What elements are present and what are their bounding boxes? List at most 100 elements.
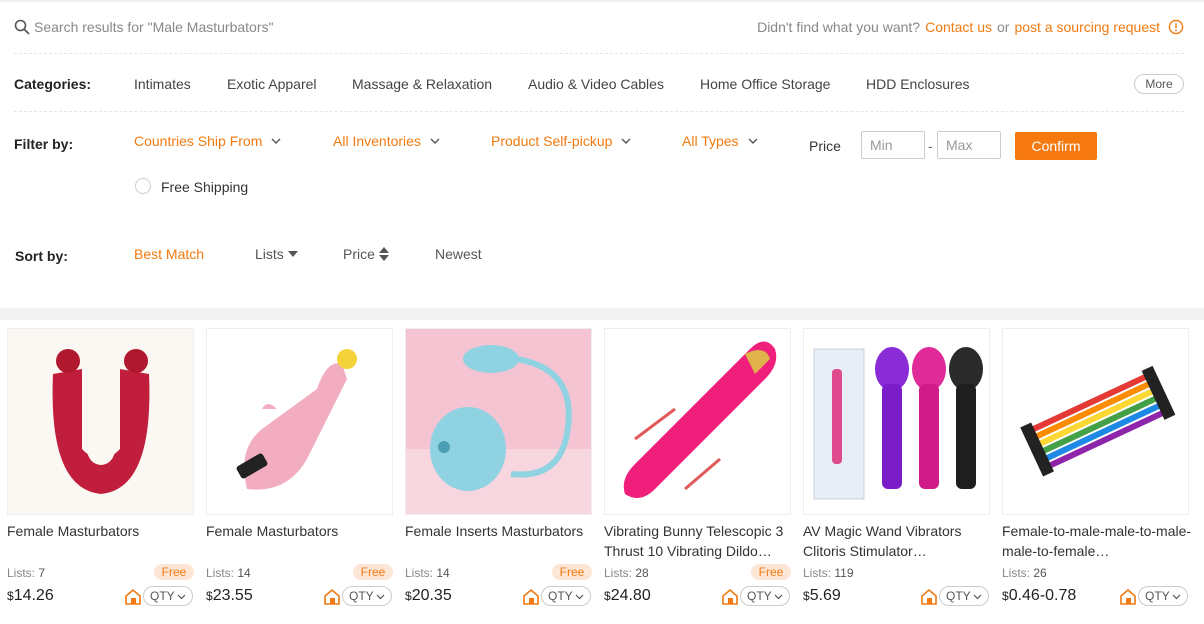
product-price: $0.46-0.78 <box>1002 587 1077 604</box>
search-input[interactable]: Search results for "Male Masturbators" <box>34 19 273 35</box>
free-shipping-radio[interactable] <box>135 178 151 194</box>
product-card[interactable]: Vibrating Bunny Telescopic 3 Thrust 10 V… <box>597 320 791 624</box>
sourcing-request-link[interactable]: post a sourcing request <box>1014 19 1160 35</box>
category-exotic-apparel[interactable]: Exotic Apparel <box>227 76 317 92</box>
product-card[interactable]: AV Magic Wand Vibrators Clitoris Stimula… <box>796 320 990 624</box>
store-icon[interactable] <box>522 588 540 606</box>
filter-dropdown-label: Product Self-pickup <box>491 133 613 149</box>
categories-row: Categories: Intimates Exotic Apparel Mas… <box>14 54 1184 112</box>
or-text: or <box>997 19 1010 35</box>
product-price: $24.80 <box>604 587 651 604</box>
category-intimates[interactable]: Intimates <box>134 76 191 92</box>
chevron-down-icon <box>621 138 631 144</box>
product-lists: Lists: 14 <box>405 566 450 580</box>
price-label: Price <box>809 138 841 154</box>
product-card[interactable]: Female Masturbators Lists: 14 Free $23.5… <box>199 320 393 624</box>
chevron-down-icon <box>575 594 584 600</box>
filter-dropdown-label: Countries Ship From <box>134 133 263 149</box>
free-shipping-badge: Free <box>751 564 791 580</box>
store-icon[interactable] <box>721 588 739 606</box>
sort-lists[interactable]: Lists <box>255 246 298 262</box>
sort-newest[interactable]: Newest <box>435 246 482 262</box>
sort-option-label: Best Match <box>134 246 205 262</box>
qty-selector[interactable]: QTY <box>143 586 193 606</box>
chevron-down-icon <box>177 594 186 600</box>
product-title[interactable]: Female Masturbators <box>7 521 197 541</box>
sort-price[interactable]: Price <box>343 246 389 262</box>
product-title[interactable]: AV Magic Wand Vibrators Clitoris Stimula… <box>803 521 993 561</box>
filter-all-types[interactable]: All Types <box>682 133 759 149</box>
product-image[interactable] <box>7 328 194 515</box>
store-icon[interactable] <box>1119 588 1137 606</box>
price-dash: - <box>928 138 933 154</box>
product-card[interactable]: Female Inserts Masturbators Lists: 14 Fr… <box>398 320 592 624</box>
product-image[interactable] <box>604 328 791 515</box>
product-image[interactable] <box>405 328 592 515</box>
search-row: Search results for "Male Masturbators" D… <box>14 16 1184 54</box>
more-categories-button[interactable]: More <box>1134 74 1184 94</box>
category-home-office-storage[interactable]: Home Office Storage <box>700 76 830 92</box>
product-price: $23.55 <box>206 587 253 604</box>
free-shipping-badge: Free <box>353 564 393 580</box>
qty-selector[interactable]: QTY <box>541 586 591 606</box>
product-title[interactable]: Vibrating Bunny Telescopic 3 Thrust 10 V… <box>604 521 794 561</box>
product-lists: Lists: 14 <box>206 566 251 580</box>
search-filter-panel: Search results for "Male Masturbators" D… <box>0 0 1204 308</box>
chevron-down-icon <box>271 138 281 144</box>
price-min-input[interactable]: Min <box>861 131 925 159</box>
search-icon[interactable] <box>14 19 30 35</box>
sort-option-label: Lists <box>255 246 284 262</box>
filter-label: Filter by: <box>14 136 74 152</box>
qty-selector[interactable]: QTY <box>1138 586 1188 606</box>
store-icon[interactable] <box>323 588 341 606</box>
product-image[interactable] <box>803 328 990 515</box>
product-image[interactable] <box>206 328 393 515</box>
sort-arrows-icon <box>378 247 389 261</box>
sort-option-label: Price <box>343 246 375 262</box>
price-max-input[interactable]: Max <box>937 131 1001 159</box>
category-massage-relaxation[interactable]: Massage & Relaxation <box>352 76 492 92</box>
product-grid: Female Masturbators Lists: 7 Free $14.26… <box>0 320 1204 624</box>
free-shipping-badge: Free <box>552 564 592 580</box>
store-icon[interactable] <box>920 588 938 606</box>
product-image[interactable] <box>1002 328 1189 515</box>
category-audio-video-cables[interactable]: Audio & Video Cables <box>528 76 664 92</box>
chevron-down-icon <box>376 594 385 600</box>
categories-label: Categories: <box>14 76 92 92</box>
qty-selector[interactable]: QTY <box>939 586 989 606</box>
product-lists: Lists: 28 <box>604 566 649 580</box>
chevron-down-icon <box>748 138 758 144</box>
qty-selector[interactable]: QTY <box>740 586 790 606</box>
chevron-down-icon <box>1172 594 1181 600</box>
product-lists: Lists: 26 <box>1002 566 1047 580</box>
product-title[interactable]: Female Inserts Masturbators <box>405 521 595 541</box>
store-icon[interactable] <box>124 588 142 606</box>
sourcing-help: Didn't find what you want? Contact us or… <box>757 19 1184 35</box>
product-price: $5.69 <box>803 587 841 604</box>
product-price: $14.26 <box>7 587 54 604</box>
confirm-button[interactable]: Confirm <box>1015 132 1097 160</box>
product-title[interactable]: Female Masturbators <box>206 521 396 541</box>
product-lists: Lists: 119 <box>803 566 854 580</box>
sort-best-match[interactable]: Best Match <box>134 246 204 262</box>
info-circle-icon[interactable] <box>1168 19 1184 35</box>
sort-option-label: Newest <box>435 246 482 262</box>
filter-dropdown-label: All Inventories <box>333 133 421 149</box>
free-shipping-badge: Free <box>154 564 194 580</box>
filter-countries-ship-from[interactable]: Countries Ship From <box>134 133 282 149</box>
caret-down-icon <box>287 251 298 257</box>
filter-dropdown-label: All Types <box>682 133 739 149</box>
qty-selector[interactable]: QTY <box>342 586 392 606</box>
product-card[interactable]: Female Masturbators Lists: 7 Free $14.26… <box>0 320 194 624</box>
product-title[interactable]: Female-to-male-male-to-male-male-to-fema… <box>1002 521 1192 561</box>
product-lists: Lists: 7 <box>7 566 46 580</box>
not-found-text: Didn't find what you want? <box>757 19 921 35</box>
filter-product-self-pickup[interactable]: Product Self-pickup <box>491 133 632 149</box>
category-hdd-enclosures[interactable]: HDD Enclosures <box>866 76 969 92</box>
chevron-down-icon <box>774 594 783 600</box>
contact-us-link[interactable]: Contact us <box>925 19 992 35</box>
product-card[interactable]: Female-to-male-male-to-male-male-to-fema… <box>995 320 1191 624</box>
free-shipping-label[interactable]: Free Shipping <box>161 179 248 195</box>
product-price: $20.35 <box>405 587 452 604</box>
filter-all-inventories[interactable]: All Inventories <box>333 133 441 149</box>
